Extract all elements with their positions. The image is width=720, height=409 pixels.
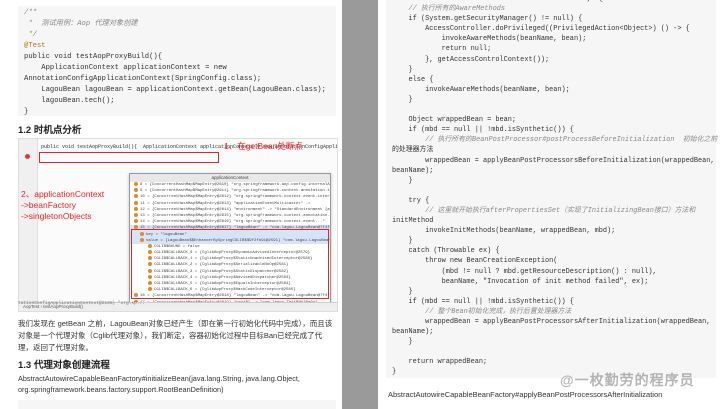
initialize-bean-code-line: AccessController.doPrivileged((Privilege… xyxy=(392,25,690,34)
initialize-bean-code-line: if (System.getSecurityManager() != null)… xyxy=(392,15,583,24)
variable-tree-row-text: 9 = {ConcurrentHashMap$MapEntry@2611} "o… xyxy=(140,189,330,194)
popup-title: applicationContext xyxy=(130,174,330,182)
variable-tree-row[interactable]: 10 = {ConcurrentHashMap$MapEntry@2612} "… xyxy=(130,194,330,200)
initialize-bean-code-line xyxy=(392,347,710,357)
initialize-bean-code-line: invokeInitMethods(beanName, wrappedBean,… xyxy=(392,227,616,236)
initialize-bean-code-line: return null; xyxy=(392,45,492,54)
test-code-line: @Test xyxy=(24,42,46,50)
initialize-bean-code-line: beanName); xyxy=(392,166,434,175)
right-document-page: ) { // 执行所有的AwareMethods if (System.getS… xyxy=(378,0,720,409)
initialize-bean-code-line: invokeAwareMethods(beanName, bean); xyxy=(392,35,587,44)
debugger-context-caption: tationConfigApplicationContext@2185} "or… xyxy=(18,301,145,306)
variable-tree-row-text: 14 = {ConcurrentHashMap$MapEntry@2616} "… xyxy=(140,220,325,225)
initialize-bean-code-line: // 执行所有的BeanPostProcessor#postProcessBef… xyxy=(392,136,718,145)
field-icon xyxy=(134,219,138,224)
caption-apply-after-initialization: AbstractAutowireCapableBeanFactory#apply… xyxy=(388,390,663,399)
initialize-bean-code-line: (mbd != null ? mbd.getResourceDescriptio… xyxy=(392,267,657,276)
ide-debugger-screenshot: public void testAopProxyBuild(){ Applica… xyxy=(18,138,338,312)
test-code-line: /** xyxy=(24,9,37,17)
initialize-bean-code-line: } xyxy=(392,287,413,296)
annotation-label-2-line1: 2、applicationContext xyxy=(21,189,105,199)
variable-tree-row-text: 10 = {ConcurrentHashMap$MapEntry@2612} "… xyxy=(140,195,330,200)
field-icon xyxy=(134,188,138,193)
field-icon xyxy=(134,182,138,186)
initialize-bean-code-line xyxy=(392,105,710,115)
breakpoint-icon xyxy=(25,154,30,159)
field-icon xyxy=(134,212,138,217)
initialize-bean-code-line: Object wrappedBean = bean; xyxy=(392,116,517,125)
ide-code-line: public void testAopProxyBuild(){ xyxy=(41,144,138,150)
initialize-bean-code-line: wrappedBean = applyBeanPostProcessorsBef… xyxy=(392,156,715,165)
initialize-bean-code-line xyxy=(392,186,710,196)
initialize-bean-code-line: } xyxy=(392,338,413,347)
initialize-bean-code-line: beanName); xyxy=(392,328,434,337)
test-code-line: public void testAopProxyBuild(){ xyxy=(24,53,163,61)
variable-tree-row-text: 11 = {ConcurrentHashMap$MapEntry@2613} "… xyxy=(140,201,311,206)
test-code-line: LagouBean lagouBean = applicationContext… xyxy=(24,86,326,94)
initialize-bean-code-line: } xyxy=(392,95,413,104)
initialize-bean-code-line: invokeAwareMethods(beanName, bean); xyxy=(392,85,570,94)
annotation-label-2-line3: ->singletonObjects xyxy=(21,211,92,221)
field-icon xyxy=(134,200,138,205)
initialize-bean-code-line: return wrappedBean; xyxy=(392,358,488,367)
code-block-test-case: /** * 测试用例：Aop 代理对象创建 */ @Test public void… xyxy=(18,6,336,116)
initialize-bean-code-line: throw new BeanCreationException( xyxy=(392,257,558,266)
highlight-box-getbean xyxy=(39,152,219,163)
initialize-bean-code-line: wrappedBean = applyBeanPostProcessorsAft… xyxy=(392,318,711,326)
initialize-bean-code-line: initMethod xyxy=(392,217,434,226)
initialize-bean-code-line: // 整个Bean初始化完成，执行后置处理器方法 xyxy=(392,307,572,316)
code-block-continued xyxy=(18,400,336,409)
initialize-bean-code-line: else { xyxy=(392,75,434,84)
left-document-page: /** * 测试用例：Aop 代理对象创建 */ @Test public void… xyxy=(0,0,342,409)
initialize-bean-code-line: // 执行所有的AwareMethods xyxy=(392,5,506,14)
initialize-bean-code-line: if (mbd == null || !mbd.isSynthetic()) { xyxy=(392,297,574,306)
test-code-line: * 测试用例：Aop 代理对象创建 xyxy=(24,20,138,28)
initialize-bean-code-line: }, getAccessControlContext()); xyxy=(392,55,550,64)
annotation-label-2-line2: ->beanFactory xyxy=(21,200,77,210)
variable-tree-row-text: 12 = {ConcurrentHashMap$MapEntry@2614} "… xyxy=(140,207,330,212)
test-code-line: AnnotationConfigApplicationContext(Sprin… xyxy=(24,75,262,83)
initialize-bean-code-line: } xyxy=(392,65,413,74)
section-heading-1-3: 1.3 代理对象创建流程 xyxy=(18,360,110,371)
initialize-bean-code-line: // 这里就开始执行afterPropertiesSet（实现了Initiali… xyxy=(392,206,696,215)
test-code-line: ApplicationContext applicationContext = … xyxy=(24,64,227,72)
highlight-box-cglib-proxy xyxy=(131,229,329,299)
code-block-initialize-bean: ) { // 执行所有的AwareMethods if (System.getS… xyxy=(386,0,718,378)
annotation-label-1: 1、在getBean处断点 xyxy=(224,141,303,151)
paragraph-explanation: 我们发现在 getBean 之前，LagouBean对象已经产生（即在第一行初始… xyxy=(18,319,333,352)
initialize-bean-code-line: if (mbd == null || !mbd.isSynthetic()) { xyxy=(392,126,574,135)
field-icon xyxy=(134,194,138,199)
test-code-line: } xyxy=(24,108,29,116)
test-code-line: */ xyxy=(24,31,37,39)
section-heading-1-2: 1.2 时机点分析 xyxy=(18,125,82,136)
field-icon xyxy=(134,206,138,211)
initialize-bean-code-line: beanName, "Invocation of init method fai… xyxy=(392,277,649,286)
editor-gutter xyxy=(19,139,38,311)
test-code-line: lagouBean.tech(); xyxy=(24,97,115,105)
initialize-bean-code-line: 的处理器方法 xyxy=(392,146,434,155)
initialize-bean-code-line: } xyxy=(392,176,413,185)
initialize-bean-code-line: try { xyxy=(392,196,430,205)
variable-tree-row-text: 13 = {ConcurrentHashMap$MapEntry@2615} "… xyxy=(140,214,330,218)
annotation-label-2: 2、applicationContext ->beanFactory ->sin… xyxy=(21,189,104,222)
watermark-text: @一枚勤劳的程序员 xyxy=(560,372,695,388)
variable-tree-row-text: 8 = {ConcurrentHashMap$MapEntry@2610} "o… xyxy=(140,183,330,188)
variable-tree-row[interactable]: 11 = {ConcurrentHashMap$MapEntry@2613} "… xyxy=(130,200,330,207)
paragraph-method-signature: AbstractAutowireCapableBeanFactory#initi… xyxy=(18,374,300,394)
initialize-bean-code-line: catch (Throwable ex) { xyxy=(392,247,500,256)
initialize-bean-code-line: } xyxy=(392,237,413,246)
